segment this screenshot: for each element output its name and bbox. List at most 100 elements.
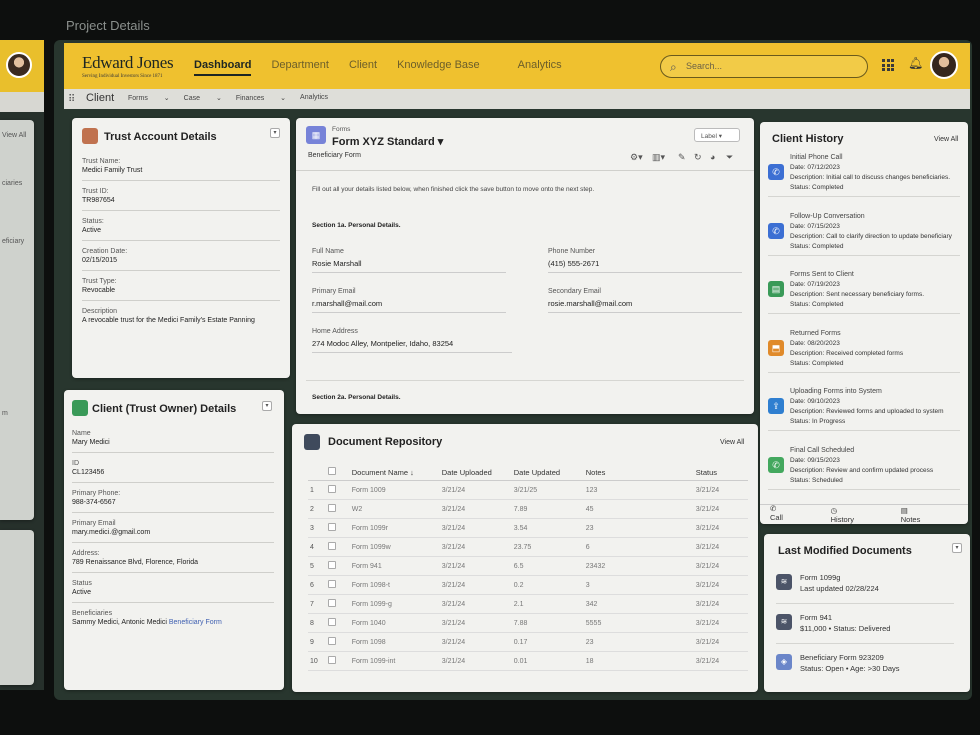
settings-icon[interactable]: ⚙▾ (630, 152, 643, 163)
row-checkbox[interactable] (326, 651, 350, 671)
date-updated: 0.17 (511, 632, 584, 652)
history-date: Date: 07/19/2023 (790, 281, 840, 288)
history-item[interactable]: ▤ Forms Sent to Client Date: 07/19/2023 … (768, 271, 960, 314)
home-address-field[interactable]: Home Address 274 Modoc Alley, Montpelier… (312, 328, 512, 353)
table-row[interactable]: 9 Form 1098 3/21/24 0.17 23 3/21/24 (308, 632, 748, 652)
form-icon: ▦ (306, 126, 326, 144)
chevron-down-icon[interactable]: ▾ (952, 543, 962, 553)
form-card: ▦ Forms Form XYZ Standard ▾ Beneficiary … (296, 118, 754, 414)
phone-icon: ✆ (768, 456, 784, 473)
history-item[interactable]: ✆ Final Call Scheduled Date: 09/15/2023 … (768, 447, 960, 490)
row-checkbox[interactable] (326, 537, 350, 557)
table-row[interactable]: 4 Form 1099w 3/21/24 23.75 6 3/21/24 (308, 537, 748, 557)
trust-status: Active (82, 227, 280, 241)
brand-logo[interactable]: Edward Jones Serving Individual Investor… (82, 53, 174, 79)
view-all-link[interactable]: View All (934, 136, 958, 143)
history-item[interactable]: ✆ Follow-Up Conversation Date: 07/15/202… (768, 213, 960, 256)
search-input[interactable]: ⌕ Search... (660, 55, 868, 78)
history-date: Date: 09/10/2023 (790, 398, 840, 405)
select-all-checkbox[interactable] (328, 467, 336, 475)
column-header[interactable]: Document Name ↓ (349, 464, 440, 481)
row-checkbox[interactable] (326, 556, 350, 576)
filter-icon[interactable]: ⏷ (726, 152, 733, 163)
date-updated: 2.1 (511, 594, 584, 614)
subnav-analytics[interactable]: Analytics (300, 94, 342, 102)
history-title: Final Call Scheduled (790, 446, 855, 454)
column-header[interactable]: Notes (583, 464, 694, 481)
nav-department[interactable]: Department (271, 59, 328, 76)
table-row[interactable]: 7 Form 1099-g 3/21/24 2.1 342 3/21/24 (308, 594, 748, 614)
full-name-field[interactable]: Full Name Rosie Marshall (312, 248, 506, 273)
app-grid-icon[interactable]: ⠿ (68, 94, 75, 105)
row-checkbox[interactable] (326, 575, 350, 595)
bell-icon[interactable]: 🔔︎ (908, 56, 923, 70)
phone-icon: ✆ (768, 222, 784, 239)
list-item[interactable]: ≋ Form 1099g Last updated 02/28/224 (776, 572, 954, 604)
list-item[interactable]: ≋ Form 941 $11,000 • Status: Delivered (776, 612, 954, 644)
notes: 3 (583, 575, 694, 595)
table-row[interactable]: 10 Form 1099-int 3/21/24 0.01 18 3/21/24 (308, 651, 748, 671)
card-title: Client History (772, 133, 844, 145)
history-item[interactable]: ⬒ Returned Forms Date: 08/20/2023 Descri… (768, 330, 960, 373)
document-name: Form 1098 (349, 632, 440, 652)
chart-icon[interactable]: ◕ (710, 152, 715, 162)
table-row[interactable]: 2 W2 3/21/24 7.89 45 3/21/24 (308, 499, 748, 519)
row-checkbox[interactable] (326, 518, 350, 538)
row-checkbox[interactable] (326, 632, 350, 652)
row-number: 2 (308, 499, 326, 519)
edit-icon[interactable]: ✎ (678, 152, 686, 163)
column-header[interactable]: Status (693, 464, 748, 481)
date-uploaded: 3/21/24 (439, 480, 512, 500)
column-header[interactable]: Date Uploaded (439, 464, 512, 481)
trust-account-card: Trust Account Details ▾ Trust Name: Medic… (72, 118, 290, 378)
nav-client[interactable]: Client (349, 59, 377, 76)
row-checkbox[interactable] (326, 613, 350, 633)
nav-dashboard[interactable]: Dashboard (194, 59, 252, 76)
table-row[interactable]: 8 Form 1040 3/21/24 7.88 5555 3/21/24 (308, 613, 748, 633)
table-row[interactable]: 5 Form 941 3/21/24 6.5 23432 3/21/24 (308, 556, 748, 576)
tab-history[interactable]: ◷ History (831, 506, 879, 524)
document-name: Form 1099-g (349, 594, 440, 614)
window-title: Project Details (66, 18, 150, 33)
beneficiaries-list: Sammy Medici, Antonic Medici (72, 619, 167, 626)
app-launcher-icon[interactable] (882, 59, 894, 71)
form-eyebrow: Forms (332, 126, 351, 133)
nav-knowledge-base[interactable]: Knowledge Base (397, 59, 480, 76)
document-name: Form 1099r (349, 518, 440, 538)
history-item[interactable]: ✆ Initial Phone Call Date: 07/12/2023 De… (768, 154, 960, 197)
history-description: Description: Reviewed forms and uploaded… (790, 408, 944, 415)
table-row[interactable]: 6 Form 1098-t 3/21/24 0.2 3 3/21/24 (308, 575, 748, 595)
history-title: Forms Sent to Client (790, 271, 854, 278)
refresh-icon[interactable]: ↻ (694, 152, 702, 163)
form-title[interactable]: Form XYZ Standard ▾ (332, 135, 443, 148)
document-name: Form 1009 (349, 480, 440, 500)
list-item[interactable]: ◈ Beneficiary Form 923209 Status: Open • … (776, 652, 954, 682)
stack-icon: ≋ (776, 614, 792, 630)
subnav-finances[interactable]: Finances ⌄ (236, 94, 286, 102)
history-status: Status: Completed (790, 184, 844, 191)
history-item[interactable]: ⇪ Uploading Forms into System Date: 09/1… (768, 388, 960, 431)
table-view-icon[interactable]: ▥▾ (652, 152, 665, 163)
tab-notes[interactable]: ▤ Notes (901, 506, 946, 524)
beneficiary-form-link[interactable]: Beneficiary Form (169, 619, 222, 626)
chevron-down-icon[interactable]: ▾ (270, 128, 280, 138)
row-checkbox[interactable] (326, 480, 350, 500)
subnav-forms[interactable]: Forms ⌄ (128, 94, 170, 102)
tab-call[interactable]: ✆ Call (770, 504, 809, 524)
subnav-case[interactable]: Case ⌄ (184, 94, 222, 102)
history-status: Status: Scheduled (790, 476, 843, 484)
row-checkbox[interactable] (326, 594, 350, 614)
label-dropdown[interactable]: Label ▾ (694, 128, 740, 142)
row-checkbox[interactable] (326, 499, 350, 519)
table-row[interactable]: 3 Form 1099r 3/21/24 3.54 23 3/21/24 (308, 518, 748, 538)
nav-analytics[interactable]: Analytics (518, 59, 562, 76)
table-row[interactable]: 1 Form 1009 3/21/24 3/21/25 123 3/21/24 (308, 480, 748, 500)
view-all-link[interactable]: View All (720, 439, 744, 446)
primary-email-field[interactable]: Primary Email r.marshall@mail.com (312, 288, 506, 313)
date-updated: 3.54 (511, 518, 584, 538)
column-header[interactable]: Date Updated (511, 464, 584, 481)
secondary-email-field[interactable]: Secondary Email rosie.marshall@mail.com (548, 288, 742, 313)
user-avatar[interactable] (930, 51, 958, 79)
chevron-down-icon[interactable]: ▾ (262, 401, 272, 411)
phone-field[interactable]: Phone Number (415) 555-2671 (548, 248, 742, 273)
